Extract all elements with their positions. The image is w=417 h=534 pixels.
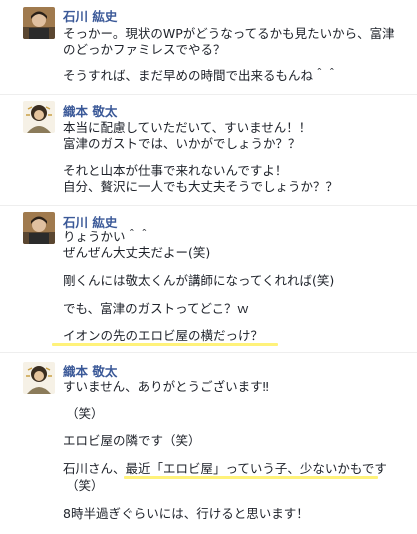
- message-text: 自分、贅沢に一人でも大丈夫そうでしょうか？？: [63, 179, 339, 194]
- message-text: そっかー。現状のWPがどうなってるかも見たいから、富津: [63, 26, 395, 41]
- divider: [0, 205, 417, 206]
- message-text: （笑）: [66, 406, 104, 421]
- message-text: すいません、ありがとうございます‼: [63, 379, 269, 394]
- message-text: ぜんぜん大丈夫だよー(笑): [63, 245, 211, 260]
- chat-thread: 石川 紘史 そっかー。現状のWPがどうなってるかも見たいから、富津 のどっかファ…: [0, 0, 417, 534]
- message-text: でも、富津のガストってどこ？ｗ: [63, 301, 250, 316]
- avatar-ishikawa[interactable]: [23, 212, 55, 244]
- message-text: のどっかファミレスでやる？: [63, 42, 226, 57]
- profile-photo-icon: [23, 101, 55, 133]
- message-text: 本当に配慮していただいて、すいません！！: [63, 120, 312, 135]
- sender-name[interactable]: 織本 敬太: [63, 101, 117, 120]
- divider: [0, 352, 417, 353]
- message-text: 富津のガストでは、いかがでしょうか？？: [63, 136, 301, 151]
- avatar-ishikawa[interactable]: [23, 7, 55, 39]
- message-text: （笑）: [66, 478, 104, 493]
- avatar-orimoto[interactable]: [23, 362, 55, 394]
- sender-name[interactable]: 石川 紘史: [63, 6, 117, 25]
- message-text: そうすれば、まだ早めの時間で出来るもんね＾＾: [63, 68, 339, 83]
- divider: [0, 94, 417, 95]
- message-text: エロビ屋の隣です（笑）: [63, 433, 201, 448]
- profile-photo-icon: [23, 7, 55, 39]
- profile-photo-icon: [23, 362, 55, 394]
- message-text: 8時半過ぎぐらいには、行けると思います！: [63, 506, 309, 521]
- message-text: 剛くんには敬太くんが講師になってくれれば(笑): [63, 273, 335, 288]
- message-text: 石川さん、最近「エロビ屋」っていう子、少ないかもです: [63, 461, 387, 476]
- message-text: それと山本が仕事で来れないんですよ！: [63, 163, 288, 178]
- message-text: りょうかい＾＾: [63, 229, 151, 244]
- message-text: イオンの先のエロビ屋の横だっけ？: [63, 328, 264, 343]
- sender-name[interactable]: 織本 敬太: [63, 361, 117, 380]
- profile-photo-icon: [23, 212, 55, 244]
- avatar-orimoto[interactable]: [23, 101, 55, 133]
